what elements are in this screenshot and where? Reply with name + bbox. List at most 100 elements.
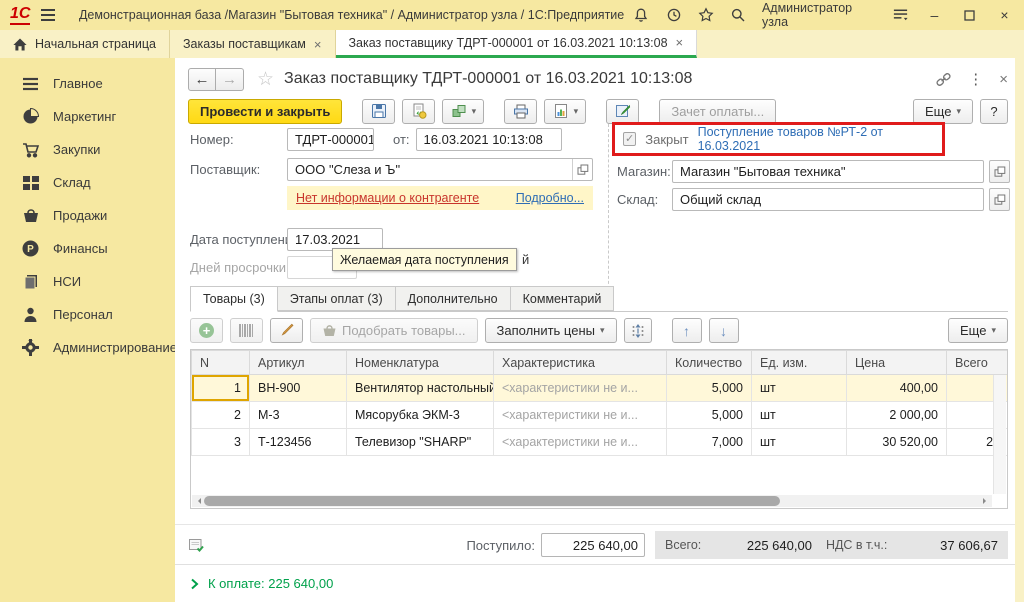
save-button[interactable] bbox=[362, 99, 395, 124]
payment-offset-button[interactable]: Зачет оплаты... bbox=[659, 99, 776, 124]
sidebar-item-finance[interactable]: Р Финансы bbox=[0, 232, 175, 265]
barcode-scan-button[interactable] bbox=[230, 318, 263, 343]
reports-button[interactable]: ▾ bbox=[544, 99, 586, 124]
table-row[interactable]: 3 Т-123456 Телевизор "SHARP" <характерис… bbox=[192, 429, 1009, 456]
home-tab[interactable]: Начальная страница bbox=[0, 30, 170, 58]
received-input[interactable]: 225 640,00 bbox=[541, 533, 645, 557]
cell-quantity[interactable]: 7,000 bbox=[667, 429, 752, 456]
cell-n[interactable]: 2 bbox=[192, 402, 250, 429]
store-picker-button[interactable] bbox=[989, 160, 1010, 183]
tab-supplier-orders-list[interactable]: Заказы поставщикам × bbox=[170, 30, 336, 58]
scroll-right-arrow-icon[interactable] bbox=[983, 498, 989, 504]
notifications-bell-icon[interactable] bbox=[633, 7, 649, 24]
search-icon[interactable] bbox=[730, 7, 746, 24]
sidebar-item-administration[interactable]: Администрирование bbox=[0, 331, 175, 364]
minimize-window-icon[interactable]: – bbox=[925, 7, 944, 23]
post-document-button[interactable] bbox=[402, 99, 435, 124]
favorite-star-icon[interactable]: ☆ bbox=[257, 68, 274, 91]
cell-article[interactable]: Т-123456 bbox=[250, 429, 347, 456]
cell-article[interactable]: М-3 bbox=[250, 402, 347, 429]
cell-n[interactable]: 3 bbox=[192, 429, 250, 456]
related-documents-icon[interactable] bbox=[188, 537, 205, 553]
cell-price[interactable]: 2 000,00 bbox=[847, 402, 947, 429]
cell-price[interactable]: 400,00 bbox=[847, 375, 947, 402]
date-input[interactable]: 16.03.2021 10:13:08 bbox=[416, 128, 562, 151]
warehouse-picker-button[interactable] bbox=[989, 188, 1010, 211]
table-row[interactable]: 1 ВН-900 Вентилятор настольный <характер… bbox=[192, 375, 1009, 402]
more-button[interactable]: Еще ▾ bbox=[913, 99, 973, 124]
col-header-price[interactable]: Цена bbox=[847, 351, 947, 375]
col-header-nomenclature[interactable]: Номенклатура bbox=[347, 351, 494, 375]
col-header-characteristic[interactable]: Характеристика bbox=[494, 351, 667, 375]
cell-characteristic[interactable]: <характеристики не и... bbox=[494, 429, 667, 456]
no-counterparty-info-link[interactable]: Нет информации о контрагенте bbox=[296, 191, 479, 205]
favorites-star-icon[interactable] bbox=[698, 7, 714, 24]
close-tab-icon[interactable]: × bbox=[314, 37, 322, 52]
main-menu-hamburger-icon[interactable] bbox=[39, 7, 55, 24]
cell-nomenclature[interactable]: Телевизор "SHARP" bbox=[347, 429, 494, 456]
cell-unit[interactable]: шт bbox=[752, 402, 847, 429]
col-header-n[interactable]: N bbox=[192, 351, 250, 375]
cell-nomenclature[interactable]: Мясорубка ЭКМ-3 bbox=[347, 402, 494, 429]
cell-unit[interactable]: шт bbox=[752, 375, 847, 402]
col-header-unit[interactable]: Ед. изм. bbox=[752, 351, 847, 375]
fill-prices-button[interactable]: Заполнить цены ▾ bbox=[485, 318, 617, 343]
forward-button[interactable]: → bbox=[216, 68, 244, 91]
close-tab-icon[interactable]: × bbox=[676, 35, 684, 50]
cell-price[interactable]: 30 520,00 bbox=[847, 429, 947, 456]
cell-article[interactable]: ВН-900 bbox=[250, 375, 347, 402]
cell-n[interactable]: 1 bbox=[192, 375, 250, 402]
goods-receipt-link[interactable]: Поступление товаров №РТ-2 от 16.03.2021 bbox=[698, 125, 934, 153]
sidebar-item-marketing[interactable]: Маркетинг bbox=[0, 100, 175, 133]
cell-characteristic[interactable]: <характеристики не и... bbox=[494, 402, 667, 429]
supplier-input[interactable]: ООО "Слеза и Ъ" bbox=[287, 158, 593, 181]
history-icon[interactable] bbox=[665, 7, 681, 24]
col-header-quantity[interactable]: Количество bbox=[667, 351, 752, 375]
col-header-article[interactable]: Артикул bbox=[250, 351, 347, 375]
pick-goods-button[interactable]: Подобрать товары... bbox=[310, 318, 478, 343]
move-row-down-button[interactable]: ↓ bbox=[709, 318, 739, 343]
table-vertical-scrollbar[interactable] bbox=[993, 375, 1006, 494]
edit-row-button[interactable] bbox=[270, 318, 303, 343]
edit-document-button[interactable] bbox=[606, 99, 639, 124]
to-pay-row[interactable]: К оплате: 225 640,00 bbox=[175, 564, 1015, 602]
create-based-on-button[interactable]: ▾ bbox=[442, 99, 484, 124]
service-menu-icon[interactable] bbox=[892, 7, 909, 24]
sidebar-item-main[interactable]: Главное bbox=[0, 67, 175, 100]
number-input[interactable]: ТДРТ-000001 bbox=[287, 128, 374, 151]
cell-quantity[interactable]: 5,000 bbox=[667, 402, 752, 429]
col-header-total[interactable]: Всего bbox=[947, 351, 1009, 375]
tab-goods[interactable]: Товары (3) bbox=[190, 286, 278, 312]
current-user[interactable]: Администратор узла bbox=[762, 1, 876, 29]
store-input[interactable]: Магазин "Бытовая техника" bbox=[672, 160, 984, 183]
maximize-window-icon[interactable] bbox=[960, 10, 979, 21]
table-row[interactable]: 2 М-3 Мясорубка ЭКМ-3 <характеристики не… bbox=[192, 402, 1009, 429]
move-row-up-button[interactable]: ↑ bbox=[672, 318, 702, 343]
post-and-close-button[interactable]: Провести и закрыть bbox=[188, 99, 342, 124]
sidebar-item-master-data[interactable]: НСИ bbox=[0, 265, 175, 298]
closed-checkbox[interactable]: ✓ bbox=[623, 132, 636, 146]
sidebar-item-warehouse[interactable]: Склад bbox=[0, 166, 175, 199]
tab-additional[interactable]: Дополнительно bbox=[396, 286, 511, 311]
tab-comment[interactable]: Комментарий bbox=[511, 286, 615, 311]
warehouse-input[interactable]: Общий склад bbox=[672, 188, 984, 211]
close-form-icon[interactable]: × bbox=[999, 71, 1008, 88]
cell-nomenclature[interactable]: Вентилятор настольный bbox=[347, 375, 494, 402]
add-row-button[interactable]: + bbox=[190, 318, 223, 343]
print-button[interactable] bbox=[504, 99, 537, 124]
cell-unit[interactable]: шт bbox=[752, 429, 847, 456]
sidebar-item-personnel[interactable]: Персонал bbox=[0, 298, 175, 331]
tab-supplier-order-document[interactable]: Заказ поставщику ТДРТ-000001 от 16.03.20… bbox=[336, 30, 698, 58]
more-actions-kebab-icon[interactable]: ⋮ bbox=[968, 70, 983, 88]
help-button[interactable]: ? bbox=[980, 99, 1008, 124]
cell-quantity[interactable]: 5,000 bbox=[667, 375, 752, 402]
table-horizontal-scrollbar[interactable] bbox=[192, 495, 992, 507]
table-more-button[interactable]: Еще ▾ bbox=[948, 318, 1008, 343]
close-window-icon[interactable]: × bbox=[995, 7, 1014, 23]
tab-payment-stages[interactable]: Этапы оплат (3) bbox=[278, 286, 396, 311]
scroll-left-arrow-icon[interactable] bbox=[195, 498, 201, 504]
back-button[interactable]: ← bbox=[188, 68, 216, 91]
supplier-picker-icon[interactable] bbox=[572, 159, 592, 180]
scrollbar-thumb[interactable] bbox=[204, 496, 780, 506]
get-link-icon[interactable] bbox=[935, 72, 952, 87]
